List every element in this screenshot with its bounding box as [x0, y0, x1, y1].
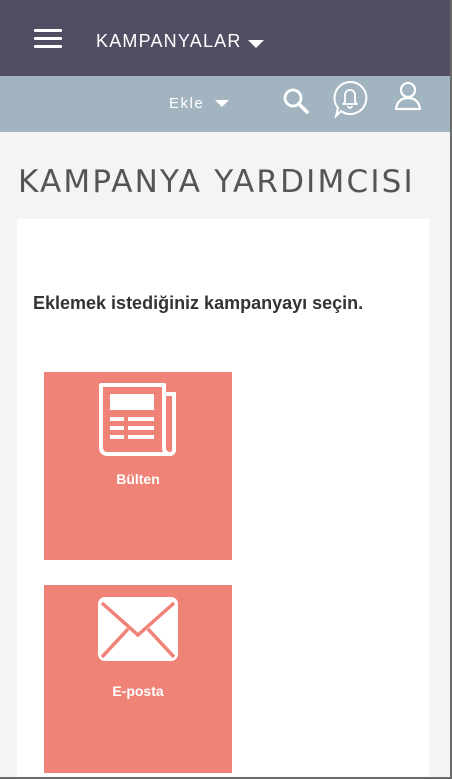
page-title: KAMPANYA YARDIMCISI	[18, 164, 415, 200]
wizard-panel: Eklemek istediğiniz kampanyayı seçin. Bü…	[17, 219, 429, 777]
module-dropdown[interactable]: KAMPANYALAR	[96, 30, 264, 52]
add-label: Ekle	[169, 94, 205, 112]
envelope-icon	[98, 597, 178, 661]
top-navbar: KAMPANYALAR	[0, 0, 450, 76]
add-dropdown[interactable]: Ekle	[169, 93, 230, 113]
campaign-type-label: E-posta	[112, 683, 164, 699]
action-bar: Ekle	[0, 76, 450, 132]
hamburger-menu-icon[interactable]	[34, 29, 64, 49]
instruction-text: Eklemek istediğiniz kampanyayı seçin.	[33, 293, 364, 313]
bell-icon	[333, 80, 368, 120]
search-icon	[283, 88, 309, 114]
campaign-type-label: Bülten	[116, 471, 160, 487]
search-button[interactable]	[281, 86, 311, 116]
campaign-type-newsletter[interactable]: Bülten	[44, 372, 232, 560]
module-label: KAMPANYALAR	[96, 30, 242, 51]
caret-down-icon	[247, 40, 264, 48]
app-frame: KAMPANYALAR Ekle KAMPANYA YARDIMCISI Ekl…	[0, 0, 452, 779]
notifications-button[interactable]	[332, 80, 368, 120]
user-icon	[394, 81, 422, 111]
campaign-type-email[interactable]: E-posta	[44, 585, 232, 773]
caret-down-icon	[215, 99, 230, 107]
newspaper-icon	[99, 383, 176, 456]
user-menu-button[interactable]	[393, 81, 423, 111]
